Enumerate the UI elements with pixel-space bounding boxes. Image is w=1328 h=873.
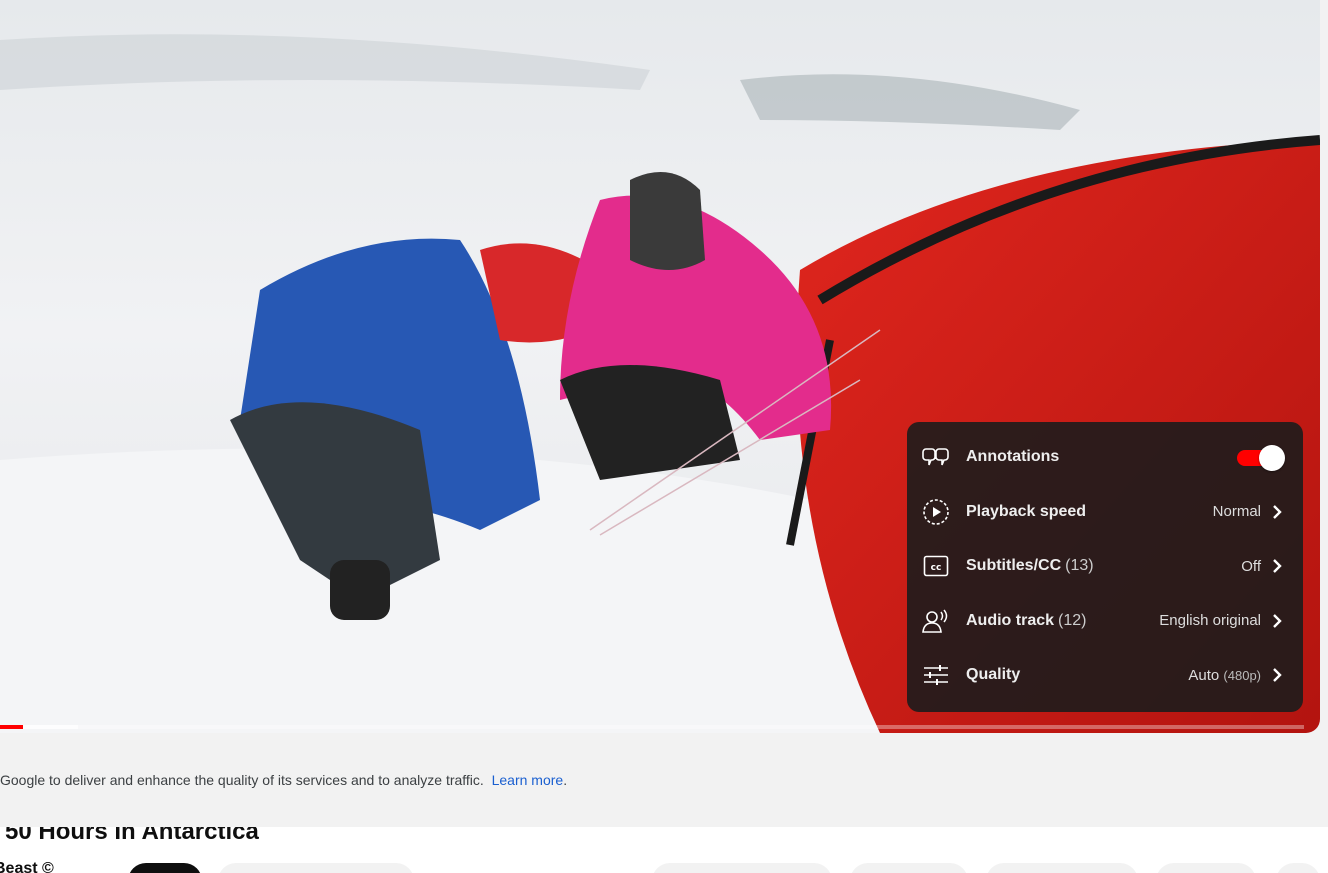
menu-item-value: Off xyxy=(1241,557,1261,575)
menu-item-count: (12) xyxy=(1058,611,1087,629)
quality-detail: (480p) xyxy=(1223,667,1261,683)
menu-item-label: Subtitles/CC xyxy=(966,557,1062,575)
clip-button[interactable] xyxy=(1156,863,1256,873)
svg-text:cc: cc xyxy=(931,563,942,573)
quality-value: Auto xyxy=(1188,666,1220,684)
menu-item-label: Audio track xyxy=(966,611,1055,629)
toggle-knob xyxy=(1259,445,1285,472)
download-button[interactable] xyxy=(986,863,1138,873)
chevron-right-icon xyxy=(1271,558,1285,574)
consent-suffix: . xyxy=(563,772,568,788)
subscribe-button[interactable] xyxy=(128,863,202,873)
progress-bar[interactable] xyxy=(0,725,1304,729)
menu-item-value: Auto (480p) xyxy=(1188,667,1261,684)
menu-item-label: Annotations xyxy=(966,448,1060,466)
playback-speed-icon xyxy=(921,498,951,525)
like-dislike-button[interactable] xyxy=(652,863,832,873)
menu-item-value: Normal xyxy=(1212,503,1261,521)
consent-message: Google to deliver and enhance the qualit… xyxy=(0,772,484,788)
video-info: 50 Hours In Antarctica Beast © xyxy=(0,827,1328,873)
menu-item-audio-track[interactable]: Audio track (12) English original xyxy=(907,594,1303,649)
annotations-toggle[interactable] xyxy=(1237,445,1285,472)
menu-item-count: (13) xyxy=(1065,557,1094,575)
learn-more-link[interactable]: Learn more xyxy=(492,772,564,788)
annotations-icon xyxy=(921,444,951,470)
menu-item-quality[interactable]: Quality Auto (480p) xyxy=(907,648,1303,703)
more-actions-button[interactable] xyxy=(1276,863,1320,873)
subtitles-icon: cc xyxy=(921,553,951,579)
menu-item-value: English original xyxy=(1159,612,1261,630)
share-button[interactable] xyxy=(850,863,968,873)
played-bar xyxy=(0,725,24,729)
settings-menu: Annotations Playback speed Normal cc Sub… xyxy=(907,422,1303,712)
channel-name[interactable]: Beast © xyxy=(0,860,54,873)
quality-icon xyxy=(921,662,951,688)
consent-text: Google to deliver and enhance the qualit… xyxy=(0,772,567,788)
menu-item-label: Playback speed xyxy=(966,502,1087,520)
chevron-right-icon xyxy=(1271,667,1285,683)
action-pill[interactable] xyxy=(218,863,414,873)
chevron-right-icon xyxy=(1271,613,1285,629)
menu-item-annotations[interactable]: Annotations xyxy=(907,430,1303,485)
audio-track-icon xyxy=(921,608,951,634)
menu-item-label: Quality xyxy=(966,666,1021,684)
menu-item-playback-speed[interactable]: Playback speed Normal xyxy=(907,485,1303,540)
consent-banner: Google to deliver and enhance the qualit… xyxy=(0,733,1328,827)
video-player[interactable]: Annotations Playback speed Normal cc Sub… xyxy=(0,0,1320,733)
menu-item-subtitles[interactable]: cc Subtitles/CC (13) Off xyxy=(907,539,1303,594)
chevron-right-icon xyxy=(1271,504,1285,520)
video-title: 50 Hours In Antarctica xyxy=(5,827,259,845)
